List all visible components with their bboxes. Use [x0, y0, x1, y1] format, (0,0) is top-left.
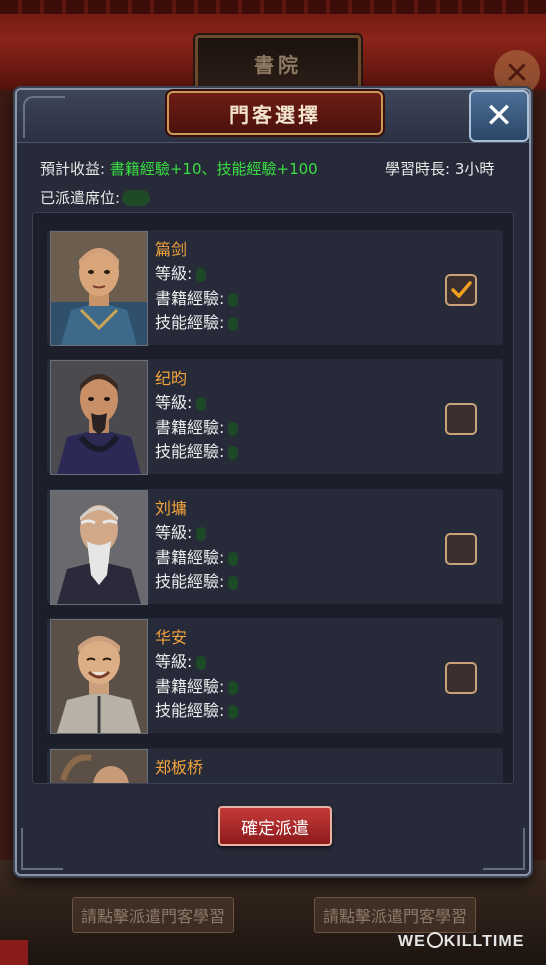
retainer-skill-exp: 技能經驗:	[155, 309, 239, 333]
retainer-book-exp: 書籍經驗:	[155, 285, 239, 309]
retainer-card[interactable]: 郑板桥	[47, 748, 503, 783]
retainer-portrait	[50, 231, 148, 346]
skill-exp-label: 技能經驗:	[155, 572, 225, 591]
select-checkbox[interactable]	[445, 274, 477, 306]
study-duration-value: 3小時	[454, 160, 495, 178]
retainer-name: 篇剑	[155, 240, 188, 259]
select-checkbox[interactable]	[445, 403, 477, 435]
retainer-book-exp: 書籍經驗:	[155, 673, 239, 697]
retainer-portrait	[50, 749, 148, 783]
retainer-portrait	[50, 490, 148, 605]
confirm-dispatch-button[interactable]: 確定派遣	[218, 806, 332, 846]
skill-exp-value	[228, 575, 239, 590]
retainer-level: 等級:	[155, 260, 207, 284]
level-label: 等級:	[155, 264, 193, 283]
dispatched-seats: 已派遣席位:	[40, 187, 151, 208]
expected-gain-value: 書籍經驗+10、技能經驗+100	[109, 160, 318, 178]
ornament-icon	[483, 828, 525, 870]
background-roof	[0, 0, 546, 14]
retainer-level: 等級:	[155, 519, 207, 543]
level-value	[196, 526, 207, 541]
level-value	[196, 267, 207, 282]
ornament-icon	[21, 828, 63, 870]
study-duration: 學習時長: 3小時	[385, 158, 494, 179]
skill-exp-value	[228, 316, 239, 331]
dispatched-seats-value	[122, 189, 151, 206]
expected-gain: 預計收益: 書籍經驗+10、技能經驗+100	[40, 158, 318, 179]
book-exp-label: 書籍經驗:	[155, 548, 225, 567]
select-checkbox[interactable]	[445, 533, 477, 565]
level-value	[196, 396, 207, 411]
expected-gain-label: 預計收益:	[40, 160, 106, 178]
skill-exp-value	[228, 704, 239, 719]
level-value	[196, 655, 207, 670]
retainer-level: 等級:	[155, 648, 207, 672]
ornament-icon	[23, 96, 65, 138]
retainer-name: 纪昀	[155, 369, 188, 388]
dialog-title: 門客選擇	[167, 91, 383, 135]
retainer-name: 刘墉	[155, 499, 188, 518]
retainer-list[interactable]: 篇剑 等級: 書籍經驗: 技能經驗: 纪昀 等級: 書籍經驗: 技能經驗: 刘墉…	[32, 212, 514, 784]
retainer-skill-exp: 技能經驗:	[155, 697, 239, 721]
watermark-logo: WE KILLTIME	[398, 932, 525, 950]
retainer-select-dialog: 門客選擇 ✕ 預計收益: 書籍經驗+10、技能經驗+100 學習時長: 3小時 …	[15, 88, 531, 876]
retainer-card[interactable]: 篇剑 等級: 書籍經驗: 技能經驗:	[47, 230, 503, 346]
retainer-level: 等級:	[155, 389, 207, 413]
dispatched-seats-label: 已派遣席位:	[40, 189, 121, 207]
book-exp-label: 書籍經驗:	[155, 418, 225, 437]
retainer-skill-exp: 技能經驗:	[155, 438, 239, 462]
close-button[interactable]: ✕	[469, 90, 529, 142]
level-label: 等級:	[155, 393, 193, 412]
skill-exp-label: 技能經驗:	[155, 701, 225, 720]
study-duration-label: 學習時長:	[385, 160, 451, 178]
corner-decoration	[0, 940, 28, 965]
retainer-skill-exp: 技能經驗:	[155, 568, 239, 592]
skill-exp-label: 技能經驗:	[155, 442, 225, 461]
retainer-name: 华安	[155, 628, 188, 647]
retainer-card[interactable]: 刘墉 等級: 書籍經驗: 技能經驗:	[47, 489, 503, 605]
skill-exp-label: 技能經驗:	[155, 313, 225, 332]
retainer-name: 郑板桥	[155, 758, 204, 777]
academy-plaque: 書院	[195, 35, 361, 91]
book-exp-value	[228, 421, 239, 436]
book-exp-value	[228, 292, 239, 307]
study-slot-hint-right: 請點擊派遣門客學習	[314, 897, 477, 933]
book-exp-label: 書籍經驗:	[155, 289, 225, 308]
study-slot-hint-left: 請點擊派遣門客學習	[72, 897, 235, 933]
level-label: 等級:	[155, 652, 193, 671]
retainer-book-exp: 書籍經驗:	[155, 414, 239, 438]
retainer-card[interactable]: 纪昀 等級: 書籍經驗: 技能經驗:	[47, 359, 503, 475]
skill-exp-value	[228, 445, 239, 460]
retainer-portrait	[50, 619, 148, 734]
retainer-card[interactable]: 华安 等級: 書籍經驗: 技能經驗:	[47, 618, 503, 734]
select-checkbox[interactable]	[445, 662, 477, 694]
checkmark-icon	[451, 281, 472, 298]
retainer-portrait	[50, 360, 148, 475]
book-exp-label: 書籍經驗:	[155, 677, 225, 696]
book-exp-value	[228, 680, 239, 695]
retainer-book-exp: 書籍經驗:	[155, 544, 239, 568]
level-label: 等級:	[155, 523, 193, 542]
close-icon: ✕	[484, 96, 514, 136]
book-exp-value	[228, 551, 239, 566]
